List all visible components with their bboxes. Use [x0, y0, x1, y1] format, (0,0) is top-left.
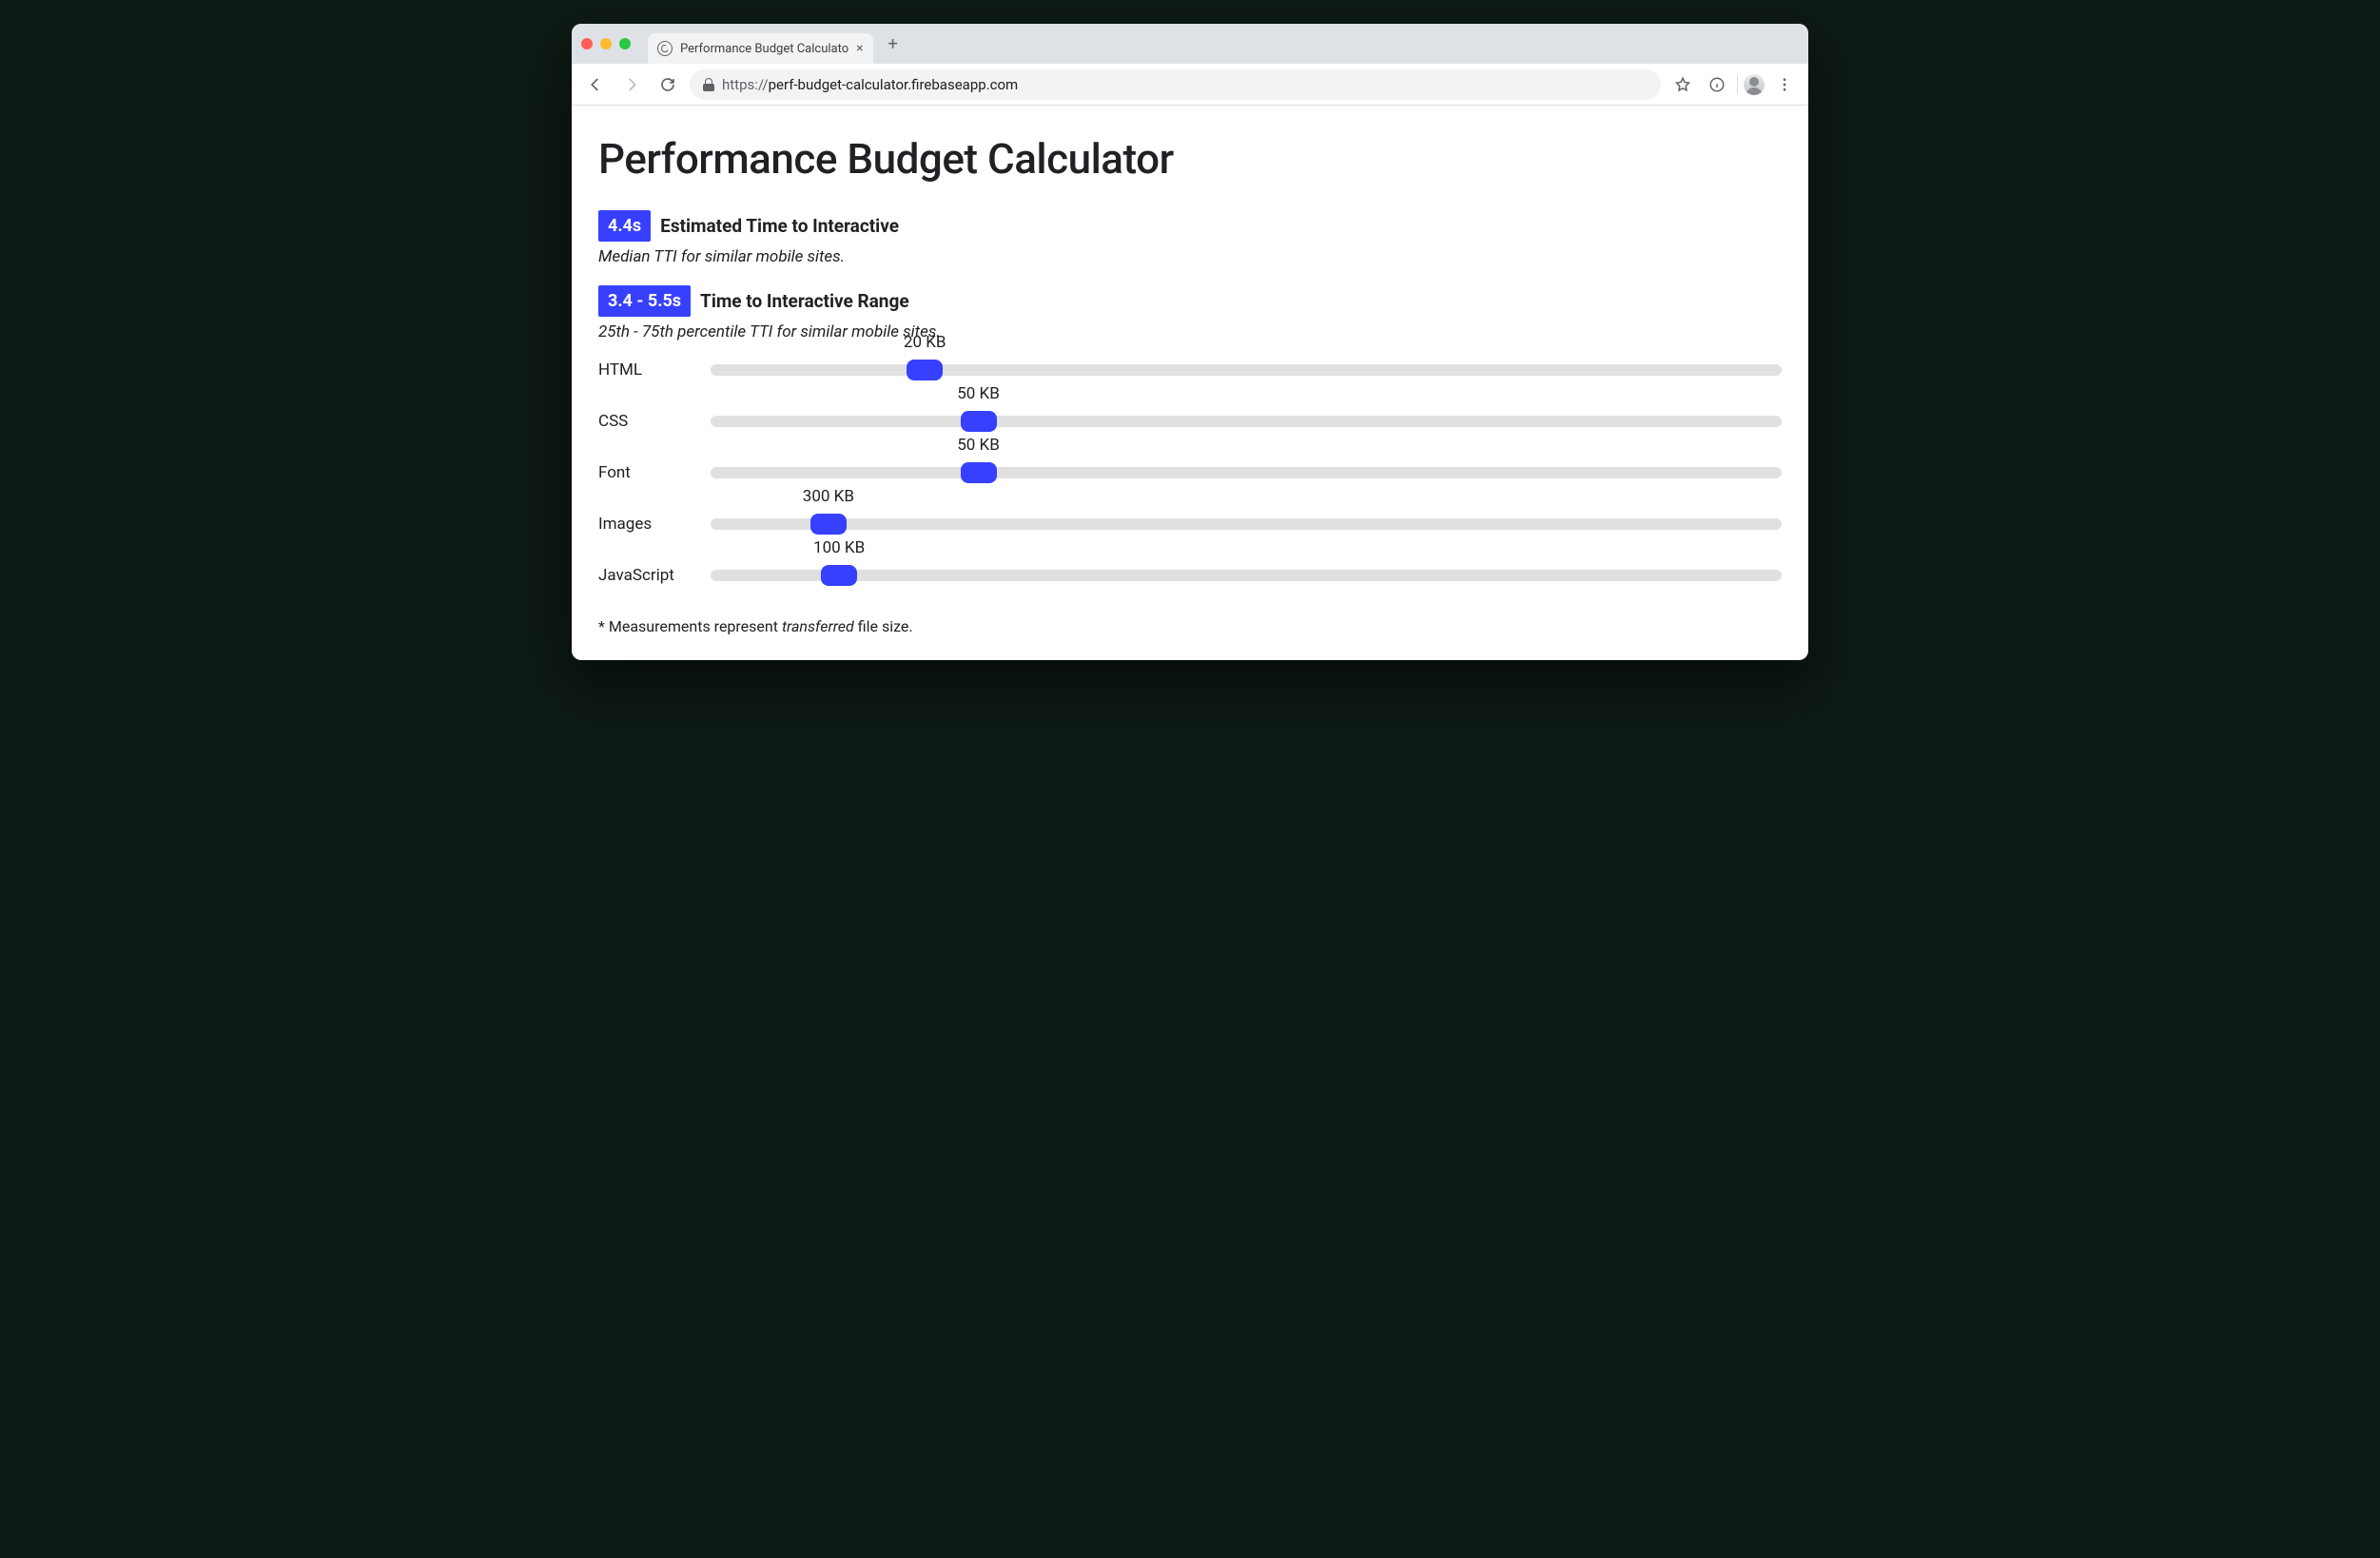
slider-track[interactable]: 300 KB — [711, 518, 1782, 530]
slider-thumb[interactable]: 50 KB — [961, 462, 997, 483]
page-info-icon[interactable] — [1703, 70, 1731, 99]
window-controls — [581, 38, 631, 49]
back-button[interactable] — [581, 70, 610, 99]
sliders: HTML 20 KB CSS 50 KB Font — [598, 360, 1782, 585]
tab-title: Performance Budget Calculato — [680, 42, 849, 56]
slider-value: 50 KB — [957, 384, 1000, 403]
metric-tti-range: 3.4 - 5.5s Time to Interactive Range 25t… — [598, 285, 1782, 341]
metric-tti: 4.4s Estimated Time to Interactive Media… — [598, 210, 1782, 266]
tti-range-sub: 25th - 75th percentile TTI for similar m… — [598, 322, 1782, 341]
maximize-window-icon[interactable] — [619, 38, 631, 49]
profile-avatar[interactable] — [1744, 74, 1765, 95]
browser-window: Performance Budget Calculato × + https:/… — [572, 24, 1808, 660]
page-title: Performance Budget Calculator — [598, 134, 1782, 184]
url-text: https://perf-budget-calculator.firebasea… — [722, 76, 1018, 93]
footnote: * Measurements represent transferred fil… — [598, 617, 1782, 635]
slider-label: Images — [598, 515, 703, 534]
browser-tab[interactable]: Performance Budget Calculato × — [648, 33, 873, 64]
slider-javascript: JavaScript 100 KB — [598, 566, 1782, 585]
new-tab-button[interactable]: + — [881, 31, 906, 56]
tti-range-badge: 3.4 - 5.5s — [598, 285, 691, 317]
slider-value: 100 KB — [813, 538, 865, 557]
toolbar: https://perf-budget-calculator.firebasea… — [572, 64, 1808, 106]
slider-label: JavaScript — [598, 566, 703, 585]
close-tab-icon[interactable]: × — [856, 41, 863, 56]
slider-thumb[interactable]: 50 KB — [961, 411, 997, 432]
page-content: Performance Budget Calculator 4.4s Estim… — [572, 106, 1808, 660]
slider-images: Images 300 KB — [598, 515, 1782, 534]
slider-track[interactable]: 50 KB — [711, 467, 1782, 478]
slider-value: 20 KB — [904, 333, 946, 352]
slider-css: CSS 50 KB — [598, 412, 1782, 431]
slider-label: CSS — [598, 412, 703, 431]
slider-label: Font — [598, 463, 703, 482]
bookmark-star-icon[interactable] — [1668, 70, 1697, 99]
slider-value: 300 KB — [803, 487, 854, 506]
tab-strip: Performance Budget Calculato × + — [572, 24, 1808, 64]
slider-label: HTML — [598, 360, 703, 380]
slider-thumb[interactable]: 100 KB — [821, 565, 857, 586]
slider-html: HTML 20 KB — [598, 360, 1782, 380]
tti-sub: Median TTI for similar mobile sites. — [598, 247, 1782, 266]
close-window-icon[interactable] — [581, 38, 593, 49]
slider-font: Font 50 KB — [598, 463, 1782, 482]
kebab-menu-icon[interactable] — [1770, 70, 1799, 99]
slider-thumb[interactable]: 20 KB — [907, 360, 943, 380]
minimize-window-icon[interactable] — [600, 38, 612, 49]
slider-value: 50 KB — [957, 436, 1000, 455]
slider-track[interactable]: 100 KB — [711, 570, 1782, 581]
globe-icon — [657, 41, 673, 56]
tti-range-label: Time to Interactive Range — [700, 290, 909, 312]
tti-badge: 4.4s — [598, 210, 651, 242]
slider-track[interactable]: 20 KB — [711, 364, 1782, 376]
tti-label: Estimated Time to Interactive — [660, 215, 899, 237]
toolbar-right — [1668, 70, 1799, 99]
slider-thumb[interactable]: 300 KB — [810, 514, 847, 535]
slider-track[interactable]: 50 KB — [711, 416, 1782, 427]
forward-button[interactable] — [617, 70, 646, 99]
reload-button[interactable] — [654, 70, 682, 99]
toolbar-divider — [1737, 75, 1738, 94]
lock-icon — [703, 78, 714, 91]
address-bar[interactable]: https://perf-budget-calculator.firebasea… — [690, 69, 1661, 100]
